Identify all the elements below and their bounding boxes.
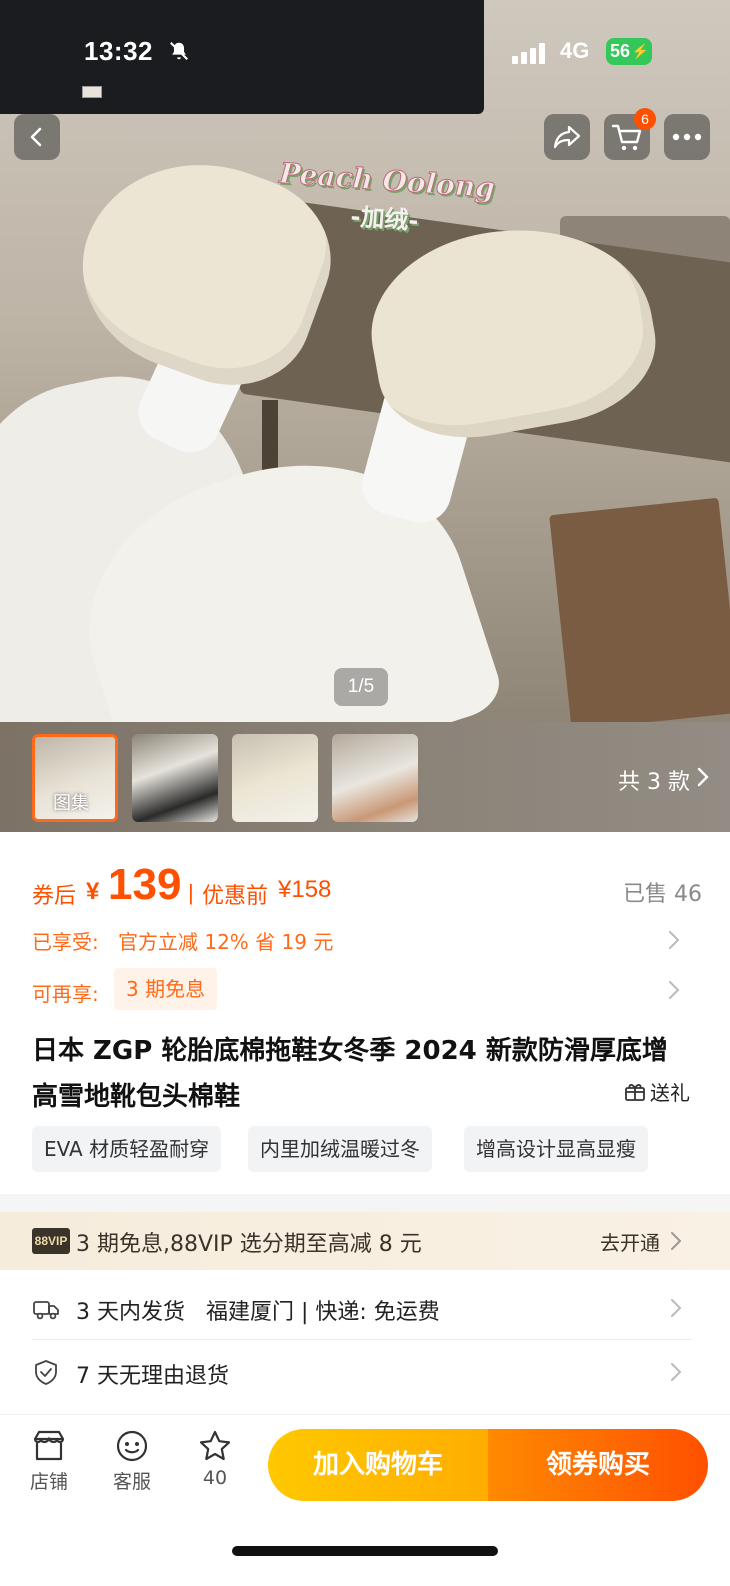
- feature-tag[interactable]: 增高设计显高显瘦: [464, 1126, 648, 1172]
- gift-button[interactable]: 送礼: [624, 1076, 690, 1106]
- favorite-button[interactable]: 40: [180, 1429, 250, 1489]
- shield-check-icon: [35, 1360, 57, 1385]
- chevron-right-icon: [669, 981, 680, 999]
- charging-bolt-icon: ⚡: [631, 43, 649, 59]
- purchase-buttons: 加入购物车 领券购买: [268, 1429, 708, 1501]
- add-to-cart-button[interactable]: 加入购物车: [268, 1429, 488, 1501]
- product-photo[interactable]: Peach Oolong -加绒- 1/5: [0, 0, 730, 722]
- delivery-truck-icon: [33, 1301, 59, 1320]
- bell-muted-icon: [170, 42, 188, 60]
- network-type: 4G: [560, 38, 590, 63]
- chevron-left-icon: [30, 127, 42, 147]
- status-time: 13:32: [84, 36, 153, 66]
- chevron-right-icon: [697, 767, 709, 787]
- thumbnail-label: 图集: [53, 793, 89, 814]
- store-icon: [33, 1430, 65, 1461]
- price-row: 券后 ¥ 139 | 优惠前 ¥158 已售 46: [32, 860, 702, 918]
- variant-thumbnails: 图集 共 3 款: [0, 722, 730, 832]
- cart-button[interactable]: 6: [604, 108, 656, 160]
- price-value: 139: [108, 860, 182, 909]
- shipping-row[interactable]: 3 天内发货 福建厦门 | 快递: 免运费: [32, 1276, 692, 1340]
- vip-text: 3 期免息,88VIP 选分期至高减 8 元: [76, 1232, 422, 1257]
- feature-tag[interactable]: EVA 材质轻盈耐穿: [32, 1126, 222, 1172]
- store-label: 店铺: [29, 1471, 68, 1493]
- original-price-label: 优惠前: [202, 884, 269, 909]
- status-bar: 13:32 4G 56 ⚡: [0, 0, 730, 96]
- cart-count-badge: 6: [634, 108, 656, 130]
- chat-face-icon: [116, 1430, 148, 1462]
- signal-icon: [512, 43, 545, 64]
- customer-service-button[interactable]: 客服: [97, 1429, 167, 1494]
- product-title: 日本 ZGP 轮胎底棉拖鞋女冬季 2024 新款防滑厚底增高雪地靴包头棉鞋: [32, 1036, 668, 1112]
- brand-overlay: Peach Oolong -加绒-: [276, 156, 497, 242]
- thumbnail-black[interactable]: [132, 734, 218, 822]
- photo-page-indicator: 1/5: [334, 668, 388, 706]
- promo-row-discount[interactable]: 已享受: 官方立减 12% 省 19 元: [32, 920, 692, 960]
- currency-symbol: ¥: [86, 878, 100, 905]
- price-separator: |: [188, 880, 194, 905]
- promo-label: 可再享:: [32, 982, 99, 1006]
- share-button[interactable]: [544, 114, 590, 160]
- variants-link[interactable]: 共 3 款: [618, 764, 690, 796]
- home-indicator[interactable]: [232, 1546, 498, 1556]
- vip-activate-link[interactable]: 去开通: [600, 1227, 660, 1256]
- section-divider: [0, 1194, 730, 1212]
- favorite-count: 40: [202, 1467, 228, 1489]
- chevron-right-icon: [671, 1232, 682, 1250]
- promo-row-installment[interactable]: 可再享: 3 期免息: [32, 968, 692, 1010]
- gift-icon: [625, 1084, 645, 1101]
- vip-badge: 88VIP: [32, 1228, 70, 1254]
- battery-icon: 56 ⚡: [606, 38, 652, 65]
- price-label: 券后: [32, 884, 77, 909]
- chevron-right-icon: [669, 931, 680, 949]
- service-label: 客服: [112, 1471, 151, 1493]
- shipping-info: 3 天内发货 福建厦门 | 快递: 免运费: [76, 1300, 440, 1325]
- store-button[interactable]: 店铺: [14, 1429, 84, 1494]
- bottom-action-bar: 店铺 客服 40 加入购物车 领券购买: [0, 1414, 730, 1586]
- more-button[interactable]: [664, 114, 710, 160]
- sold-count: 已售 46: [623, 882, 702, 907]
- chevron-right-icon: [671, 1299, 682, 1317]
- battery-level: 56: [610, 41, 631, 61]
- back-button[interactable]: [14, 114, 60, 160]
- feature-tags: EVA 材质轻盈耐穿 内里加绒温暖过冬 增高设计显高显瘦: [32, 1126, 712, 1172]
- gift-label: 送礼: [650, 1080, 690, 1105]
- more-icon: [672, 133, 702, 141]
- thumbnail-gallery[interactable]: 图集: [32, 734, 118, 822]
- chevron-right-icon: [671, 1363, 682, 1381]
- thumbnail-cream[interactable]: [232, 734, 318, 822]
- vip-banner[interactable]: 88VIP 3 期免息,88VIP 选分期至高减 8 元 去开通: [0, 1212, 730, 1270]
- original-price: ¥158: [278, 876, 332, 903]
- thumbnail-tan[interactable]: [332, 734, 418, 822]
- star-icon: [199, 1430, 231, 1461]
- share-icon: [553, 125, 581, 149]
- product-detail-page: Peach Oolong -加绒- 1/5 13:32 4G 56 ⚡ 6 图集…: [0, 0, 730, 1586]
- return-policy: 7 天无理由退货: [76, 1364, 229, 1389]
- feature-tag[interactable]: 内里加绒温暖过冬: [248, 1126, 432, 1172]
- installment-chip: 3 期免息: [114, 968, 218, 1010]
- promo-label: 已享受:: [32, 930, 99, 954]
- buy-now-button[interactable]: 领券购买: [488, 1429, 708, 1501]
- return-policy-row[interactable]: 7 天无理由退货: [32, 1340, 692, 1404]
- promo-text: 官方立减 12% 省 19 元: [118, 930, 334, 954]
